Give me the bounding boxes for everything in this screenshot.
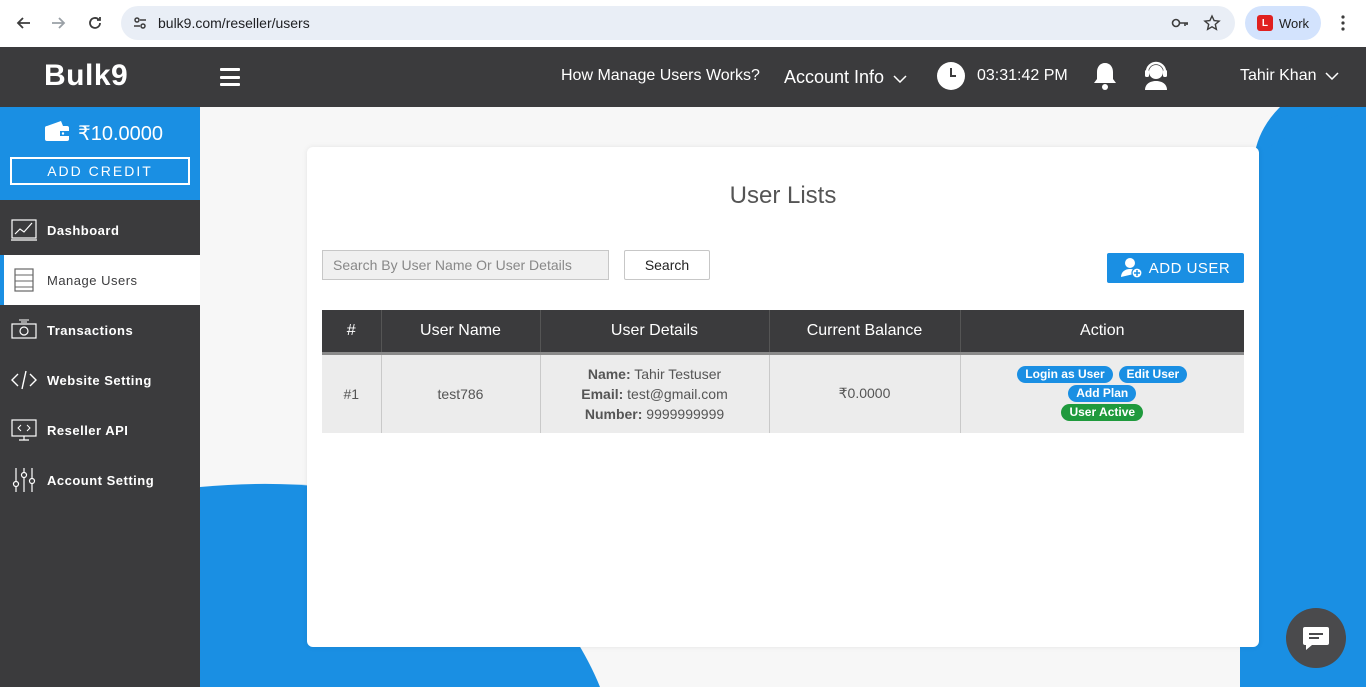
- sidebar-item-label: Manage Users: [47, 272, 138, 288]
- sidebar: ₹10.0000 ADD CREDIT Dashboard Manage Use…: [0, 107, 200, 687]
- sidebar-item-label: Dashboard: [47, 222, 120, 238]
- bell-icon[interactable]: [1092, 61, 1118, 96]
- detail-number: 9999999999: [646, 405, 725, 422]
- row-balance: ₹0.0000: [769, 353, 961, 433]
- money-icon: [11, 317, 37, 343]
- sidebar-item-website-setting[interactable]: Website Setting: [0, 355, 200, 405]
- chart-icon: [11, 217, 37, 243]
- profile-label: Work: [1278, 15, 1310, 31]
- address-bar[interactable]: bulk9.com/reseller/users: [121, 6, 1235, 40]
- add-user-label: ADD USER: [1148, 259, 1231, 277]
- user-status-badge[interactable]: User Active: [1061, 404, 1144, 422]
- wallet-panel: ₹10.0000 ADD CREDIT: [0, 107, 200, 200]
- profile-chip[interactable]: L Work: [1245, 6, 1321, 40]
- browser-toolbar: bulk9.com/reseller/users L Work: [0, 0, 1366, 47]
- search-input[interactable]: Search By User Name Or User Details: [322, 250, 609, 280]
- column-header: User Details: [540, 310, 770, 353]
- users-list-icon: [11, 267, 37, 293]
- column-header: User Name: [381, 310, 541, 353]
- clock-icon: [937, 62, 965, 90]
- browser-menu-icon[interactable]: [1331, 11, 1355, 35]
- chevron-down-icon: [893, 75, 907, 84]
- support-agent-icon[interactable]: [1142, 61, 1170, 96]
- add-credit-button[interactable]: ADD CREDIT: [10, 157, 190, 185]
- forward-icon[interactable]: [47, 11, 71, 35]
- sidebar-item-label: Account Setting: [47, 472, 155, 488]
- chat-widget-button[interactable]: [1286, 608, 1346, 668]
- account-info-label: Account Info: [784, 67, 885, 87]
- help-link[interactable]: How Manage Users Works?: [561, 67, 760, 85]
- profile-logo-icon: L: [1256, 15, 1273, 31]
- sliders-icon: [11, 467, 37, 493]
- account-info-menu[interactable]: Account Info: [784, 67, 907, 88]
- sidebar-item-account-setting[interactable]: Account Setting: [0, 455, 200, 505]
- current-time: 03:31:42 PM: [977, 67, 1068, 84]
- api-icon: [11, 417, 37, 443]
- wallet-icon: [45, 121, 69, 141]
- code-icon: [11, 367, 37, 393]
- search-button[interactable]: Search: [624, 250, 710, 280]
- sidebar-item-dashboard[interactable]: Dashboard: [0, 205, 200, 255]
- chevron-down-icon: [1325, 72, 1339, 81]
- user-list-card: User Lists Search By User Name Or User D…: [307, 147, 1259, 647]
- add-user-button[interactable]: ADD USER: [1107, 253, 1244, 283]
- row-actions: Login as User Edit User Add Plan User Ac…: [960, 353, 1244, 433]
- menu-toggle-icon[interactable]: [220, 68, 240, 86]
- sidebar-item-manage-users[interactable]: Manage Users: [0, 255, 200, 305]
- row-user-details: Name: Tahir Testuser Email: test@gmail.c…: [540, 353, 770, 433]
- back-icon[interactable]: [11, 11, 35, 35]
- table-header-row: # User Name User Details Current Balance…: [322, 310, 1244, 353]
- detail-label: Number:: [584, 405, 643, 422]
- brand-logo[interactable]: Bulk9: [44, 59, 128, 93]
- table-row: #1 test786 Name: Tahir Testuser Email: t…: [322, 353, 1244, 433]
- wallet-balance: ₹10.0000: [78, 123, 164, 145]
- detail-label: Name:: [587, 365, 631, 382]
- detail-email: test@gmail.com: [627, 385, 728, 402]
- url-text: bulk9.com/reseller/users: [158, 15, 310, 31]
- user-menu[interactable]: Tahir Khan: [1240, 67, 1339, 85]
- key-icon[interactable]: [1171, 16, 1189, 30]
- sidebar-item-label: Transactions: [47, 322, 134, 338]
- app-header: Bulk9 How Manage Users Works? Account In…: [0, 47, 1366, 107]
- sidebar-item-reseller-api[interactable]: Reseller API: [0, 405, 200, 455]
- users-table: # User Name User Details Current Balance…: [322, 310, 1244, 433]
- add-plan-button[interactable]: Add Plan: [1068, 385, 1137, 403]
- bookmark-star-icon[interactable]: [1203, 14, 1221, 32]
- sidebar-item-label: Reseller API: [47, 422, 129, 438]
- chat-icon: [1303, 627, 1329, 650]
- sidebar-item-label: Website Setting: [47, 372, 152, 388]
- user-name-label: Tahir Khan: [1240, 67, 1317, 84]
- site-settings-icon[interactable]: [133, 16, 147, 30]
- column-header: Current Balance: [769, 310, 961, 353]
- column-header: #: [322, 310, 382, 353]
- sidebar-item-transactions[interactable]: Transactions: [0, 305, 200, 355]
- row-username: test786: [381, 353, 541, 433]
- login-as-user-button[interactable]: Login as User: [1017, 366, 1113, 384]
- reload-icon[interactable]: [83, 11, 107, 35]
- detail-label: Email:: [581, 385, 624, 402]
- column-header: Action: [960, 310, 1244, 353]
- edit-user-button[interactable]: Edit User: [1118, 366, 1188, 384]
- detail-name: Tahir Testuser: [634, 365, 722, 382]
- page-title: User Lists: [729, 182, 837, 209]
- row-index: #1: [322, 353, 382, 433]
- add-user-icon: [1120, 258, 1143, 279]
